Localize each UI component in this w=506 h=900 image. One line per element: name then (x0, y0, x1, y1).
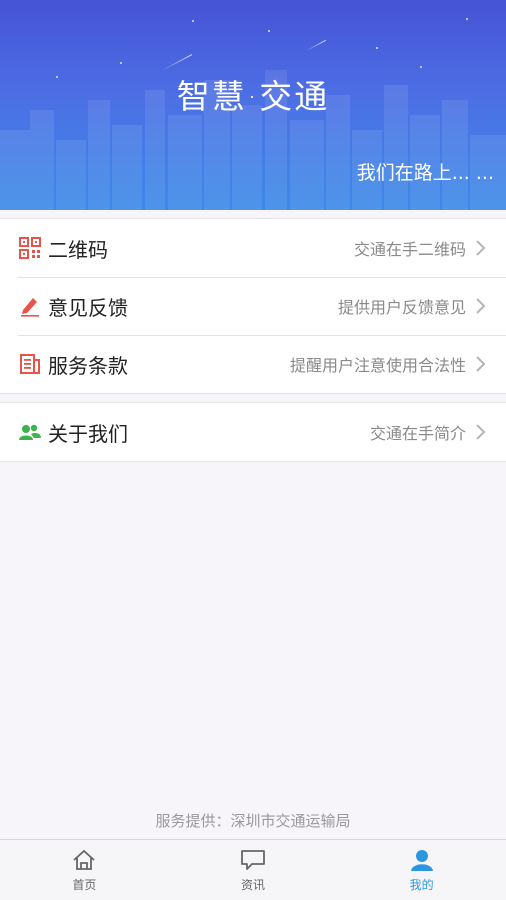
menu-item-title: 服务条款 (48, 353, 128, 378)
bottom-tab-bar: 首页 资讯 我的 (0, 839, 506, 900)
tab-label: 我的 (409, 877, 434, 892)
menu-item-description: 提供用户反馈意见 (337, 298, 466, 317)
chevron-right-icon (476, 240, 486, 256)
chat-bubble-icon (241, 849, 265, 870)
chevron-right-icon (476, 356, 486, 372)
service-provider-note: 服务提供：深圳市交通运输局 (155, 812, 351, 830)
home-icon (73, 849, 95, 870)
profile-icon (410, 849, 433, 871)
menu-item-description: 交通在手二维码 (353, 240, 466, 259)
menu-item-description: 提醒用户注意使用合法性 (289, 356, 466, 375)
tab-home[interactable]: 首页 (0, 840, 169, 900)
banner-slogan: 我们在路上... ... (356, 162, 494, 184)
settings-menu-group: 二维码 交通在手二维码 意见反馈 提供用户反馈意见 服务条款 提醒用户注意使用合… (0, 218, 506, 394)
qr-code-icon (19, 237, 41, 259)
profile-banner: 智慧·交通 我们在路上... ... (0, 0, 506, 210)
app-logo-text: 智慧·交通 (176, 77, 330, 116)
menu-item-description: 交通在手简介 (369, 424, 466, 443)
tab-label: 首页 (72, 877, 97, 892)
menu-item-title: 二维码 (48, 237, 108, 262)
tab-mine[interactable]: 我的 (337, 840, 506, 900)
menu-item-title: 意见反馈 (48, 295, 128, 320)
menu-item-feedback[interactable]: 意见反馈 提供用户反馈意见 (0, 277, 506, 335)
tab-news[interactable]: 资讯 (169, 840, 338, 900)
document-icon (19, 353, 41, 375)
users-icon (19, 421, 41, 443)
menu-item-about-us[interactable]: 关于我们 交通在手简介 (0, 403, 506, 461)
chevron-right-icon (476, 298, 486, 314)
pencil-icon (19, 295, 41, 317)
menu-item-title: 关于我们 (48, 421, 128, 446)
chevron-right-icon (476, 424, 486, 440)
tab-label: 资讯 (241, 877, 266, 892)
menu-item-terms-of-service[interactable]: 服务条款 提醒用户注意使用合法性 (0, 335, 506, 393)
about-menu-group: 关于我们 交通在手简介 (0, 402, 506, 462)
menu-item-qr-code[interactable]: 二维码 交通在手二维码 (0, 219, 506, 277)
